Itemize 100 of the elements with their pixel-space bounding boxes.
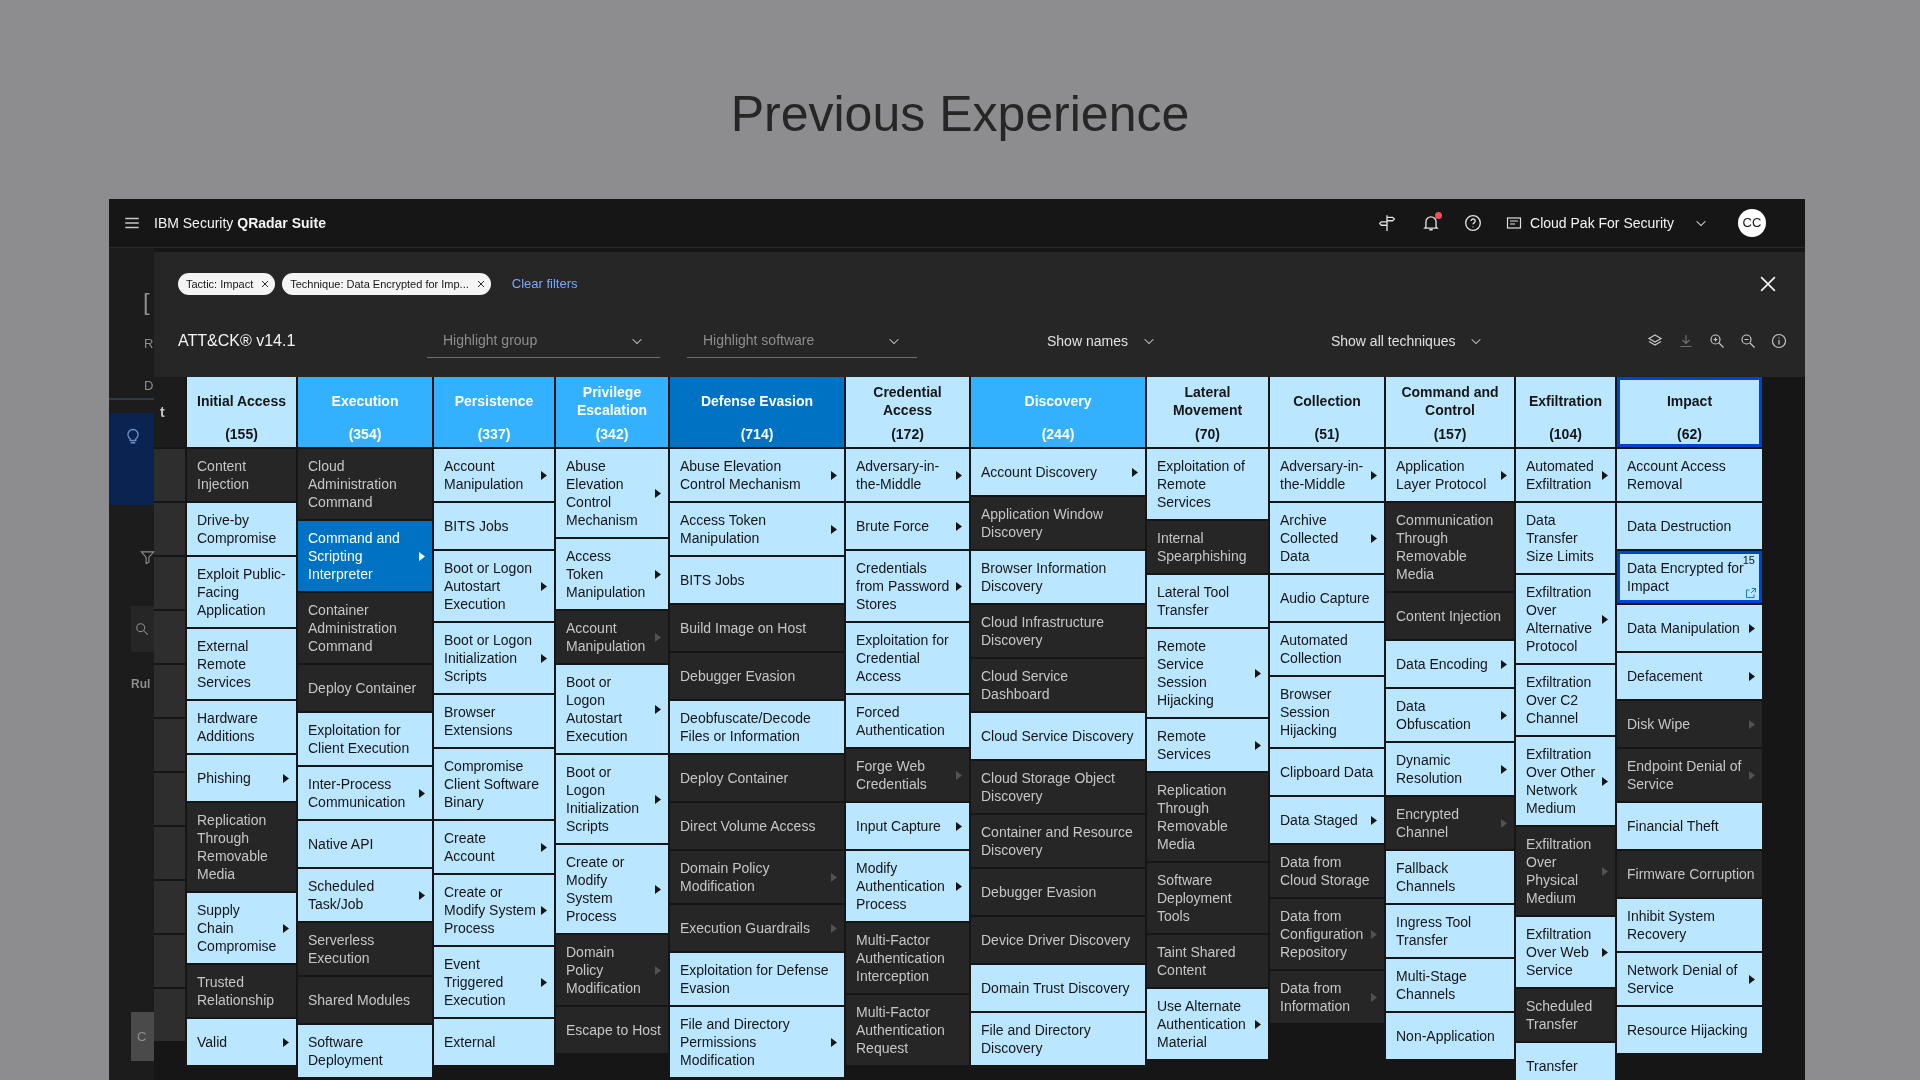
technique-cell[interactable]: Software Deployment xyxy=(298,1025,432,1077)
technique-cell[interactable]: External xyxy=(434,1019,554,1065)
technique-cell[interactable]: Defacement xyxy=(1617,653,1762,699)
technique-cell[interactable]: Transfer xyxy=(1516,1043,1615,1080)
technique-cell[interactable]: Data from Cloud Storage xyxy=(1270,845,1384,897)
technique-cell[interactable]: Clipboard Data xyxy=(1270,749,1384,795)
technique-cell[interactable]: Deploy Container xyxy=(670,755,844,801)
technique-cell[interactable]: Debugger Evasion xyxy=(670,653,844,699)
technique-cell[interactable]: BITS Jobs xyxy=(670,557,844,603)
technique-cell[interactable]: Account Access Removal xyxy=(1617,449,1762,501)
technique-cell[interactable]: Endpoint Denial of Service xyxy=(1617,749,1762,801)
technique-cell[interactable]: Abuse Elevation Control Mechanism xyxy=(670,449,844,501)
technique-cell[interactable]: Content Injection xyxy=(1386,593,1514,639)
technique-cell[interactable]: Automated Exfiltration xyxy=(1516,449,1615,501)
external-link-icon[interactable] xyxy=(1745,587,1757,599)
technique-cell[interactable]: Lateral Tool Transfer xyxy=(1147,575,1268,627)
technique-cell[interactable]: Hardware Additions xyxy=(187,701,296,753)
technique-cell[interactable]: Adversary-in-the-Middle xyxy=(1270,449,1384,501)
technique-cell[interactable]: Boot or Logon Initialization Scripts xyxy=(434,623,554,693)
search-field[interactable] xyxy=(131,606,154,652)
technique-cell[interactable]: Network Denial of Service xyxy=(1617,953,1762,1005)
technique-cell[interactable]: Data from Information xyxy=(1270,971,1384,1023)
technique-cell[interactable]: Boot or Logon Autostart Execution xyxy=(434,551,554,621)
technique-cell[interactable]: Create or Modify System Process xyxy=(434,875,554,945)
technique-cell[interactable]: Modify Authentication Process xyxy=(846,851,969,921)
technique-cell[interactable]: Forge Web Credentials xyxy=(846,749,969,801)
technique-cell[interactable]: Encrypted Channel xyxy=(1386,797,1514,849)
technique-cell[interactable]: Boot or Logon Autostart Execution xyxy=(556,665,668,753)
technique-cell[interactable]: Multi-Factor Authentication Request xyxy=(846,995,969,1065)
technique-cell[interactable]: Dynamic Resolution xyxy=(1386,743,1514,795)
technique-cell[interactable]: Direct Volume Access xyxy=(670,803,844,849)
tactic-header[interactable]: Collection (51) xyxy=(1270,377,1384,447)
technique-cell[interactable]: Command and Scripting Interpreter xyxy=(298,521,432,591)
technique-cell[interactable]: Account Discovery xyxy=(971,449,1145,495)
technique-cell[interactable]: Exfiltration Over Alternative Protocol xyxy=(1516,575,1615,663)
technique-cell[interactable]: Data Destruction xyxy=(1617,503,1762,549)
dropdown[interactable]: Show names xyxy=(1047,330,1156,352)
technique-cell[interactable]: Financial Theft xyxy=(1617,803,1762,849)
technique-cell[interactable]: Phishing xyxy=(187,755,296,801)
info-icon[interactable] xyxy=(1771,333,1787,349)
tactic-header[interactable]: Lateral Movement (70) xyxy=(1147,377,1268,447)
technique-cell[interactable]: Access Token Manipulation xyxy=(556,539,668,609)
technique-cell[interactable]: Audio Capture xyxy=(1270,575,1384,621)
technique-cell[interactable]: Firmware Corruption xyxy=(1617,851,1762,897)
dropdown[interactable]: Highlight software xyxy=(687,324,917,358)
technique-cell[interactable]: Automated Collection xyxy=(1270,623,1384,675)
tactic-header[interactable]: Initial Access (155) xyxy=(187,377,296,447)
download-icon[interactable] xyxy=(1678,333,1694,349)
technique-cell[interactable]: Inter-Process Communication xyxy=(298,767,432,819)
technique-cell[interactable]: Data from Configuration Repository xyxy=(1270,899,1384,969)
technique-cell[interactable]: Replication Through Removable Media xyxy=(1147,773,1268,861)
technique-cell[interactable]: Boot or Logon Initialization Scripts xyxy=(556,755,668,843)
technique-cell[interactable]: Container Administration Command xyxy=(298,593,432,663)
technique-cell[interactable]: Cloud Service Discovery xyxy=(971,713,1145,759)
technique-cell[interactable]: Serverless Execution xyxy=(298,923,432,975)
technique-cell[interactable]: Drive-by Compromise xyxy=(187,503,296,555)
dropdown[interactable]: Show all techniques xyxy=(1330,330,1484,352)
technique-cell[interactable]: Replication Through Removable Media xyxy=(187,803,296,891)
technique-cell[interactable]: Supply Chain Compromise xyxy=(187,893,296,963)
technique-cell[interactable]: Application Layer Protocol xyxy=(1386,449,1514,501)
technique-cell[interactable]: Event Triggered Execution xyxy=(434,947,554,1017)
technique-cell[interactable]: Forced Authentication xyxy=(846,695,969,747)
dropdown[interactable]: Highlight group xyxy=(427,324,660,358)
technique-cell[interactable]: Exploitation for Defense Evasion xyxy=(670,953,844,1005)
technique-cell[interactable]: Data Obfuscation xyxy=(1386,689,1514,741)
technique-cell[interactable]: Abuse Elevation Control Mechanism xyxy=(556,449,668,537)
technique-cell[interactable]: Archive Collected Data xyxy=(1270,503,1384,573)
technique-cell[interactable]: Fallback Channels xyxy=(1386,851,1514,903)
technique-cell[interactable]: Native API xyxy=(298,821,432,867)
technique-cell[interactable]: Shared Modules xyxy=(298,977,432,1023)
technique-cell[interactable]: Access Token Manipulation xyxy=(670,503,844,555)
technique-cell[interactable]: BITS Jobs xyxy=(434,503,554,549)
technique-cell[interactable]: Cloud Administration Command xyxy=(298,449,432,519)
technique-cell[interactable]: Valid xyxy=(187,1019,296,1065)
technique-cell[interactable]: Use Alternate Authentication Material xyxy=(1147,989,1268,1059)
tactic-header[interactable]: Credential Access (172) xyxy=(846,377,969,447)
technique-cell[interactable]: Resource Hijacking xyxy=(1617,1007,1762,1053)
technique-cell[interactable]: Ingress Tool Transfer xyxy=(1386,905,1514,957)
technique-cell[interactable]: Taint Shared Content xyxy=(1147,935,1268,987)
tactic-header[interactable]: Exfiltration (104) xyxy=(1516,377,1615,447)
context-switcher[interactable]: Cloud Pak For Security xyxy=(1506,212,1708,234)
technique-cell[interactable]: Multi-Factor Authentication Interception xyxy=(846,923,969,993)
help-icon[interactable] xyxy=(1464,214,1483,232)
technique-cell[interactable]: External Remote Services xyxy=(187,629,296,699)
technique-cell[interactable]: Account Manipulation xyxy=(434,449,554,501)
technique-cell[interactable]: Exploitation for Credential Access xyxy=(846,623,969,693)
technique-cell[interactable]: Compromise Client Software Binary xyxy=(434,749,554,819)
technique-cell[interactable]: Debugger Evasion xyxy=(971,869,1145,915)
technique-cell[interactable]: Remote Service Session Hijacking xyxy=(1147,629,1268,717)
technique-cell[interactable]: Exfiltration Over Web Service xyxy=(1516,917,1615,987)
technique-cell[interactable]: Scheduled Transfer xyxy=(1516,989,1615,1041)
technique-cell[interactable]: Cloud Storage Object Discovery xyxy=(971,761,1145,813)
signpost-icon[interactable] xyxy=(1378,214,1397,232)
technique-cell[interactable]: Account Manipulation xyxy=(556,611,668,663)
zoom-in-icon[interactable] xyxy=(1709,333,1725,349)
technique-cell[interactable]: Container and Resource Discovery xyxy=(971,815,1145,867)
technique-cell[interactable]: Credentials from Password Stores xyxy=(846,551,969,621)
technique-cell[interactable]: Application Window Discovery xyxy=(971,497,1145,549)
technique-cell[interactable]: Exfiltration Over Other Network Medium xyxy=(1516,737,1615,825)
technique-cell[interactable]: Disk Wipe xyxy=(1617,701,1762,747)
